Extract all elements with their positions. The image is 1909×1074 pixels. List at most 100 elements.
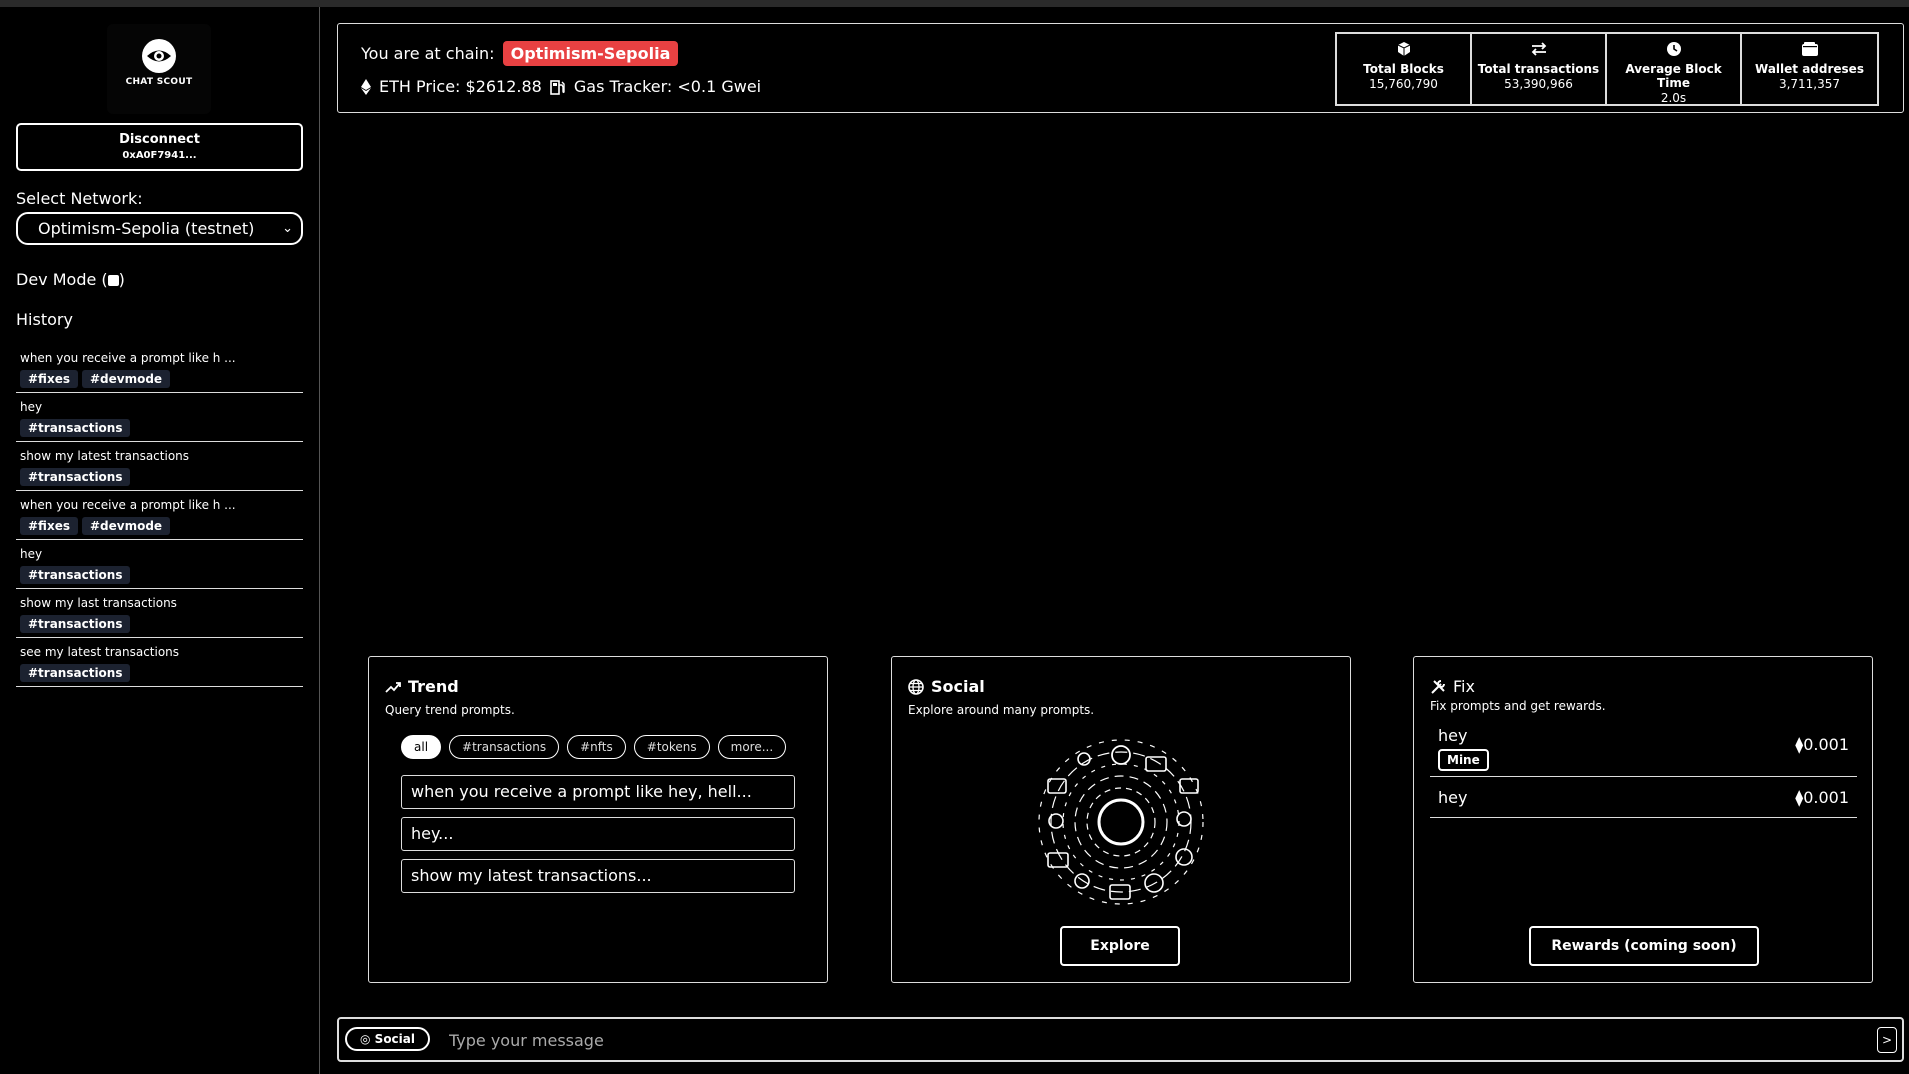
window-top-bar	[0, 0, 1909, 7]
history-item[interactable]: show my latest transactions #transaction…	[16, 442, 303, 491]
history-item-text: show my latest transactions	[20, 449, 190, 463]
fix-row[interactable]: hey Mine ⧫0.001	[1430, 721, 1857, 777]
filter-nfts[interactable]: #nfts	[567, 735, 626, 759]
eth-icon: ⧫	[1795, 735, 1804, 754]
send-button[interactable]: >	[1877, 1027, 1897, 1053]
swap-icon	[1531, 42, 1546, 56]
social-network-illustration	[1038, 739, 1204, 905]
wallet-address: 0xA0F7941...	[122, 150, 197, 161]
fix-title-text: Fix	[1453, 677, 1475, 696]
fix-prompt: hey	[1438, 726, 1468, 745]
stat-value: 53,390,966	[1504, 77, 1573, 91]
tag[interactable]: #devmode	[81, 517, 171, 535]
filter-all[interactable]: all	[401, 735, 442, 759]
stat-value: 2.0s	[1660, 91, 1687, 105]
tag[interactable]: #transactions	[20, 468, 131, 486]
chevron-down-icon: ⌄	[282, 221, 293, 236]
history-item-text: hey	[20, 547, 43, 561]
dev-mode-close: )	[118, 270, 125, 289]
tag[interactable]: #transactions	[20, 615, 131, 633]
trend-prompt[interactable]: hey...	[401, 817, 795, 851]
disconnect-label: Disconnect	[119, 132, 200, 147]
stat-average-block-time: Average Block Time 2.0s	[1607, 34, 1742, 105]
wallet-icon	[1801, 42, 1818, 56]
cube-icon	[1397, 42, 1410, 56]
history-item-text: when you receive a prompt like h ...	[20, 351, 236, 365]
stat-value: 3,711,357	[1778, 77, 1841, 91]
history-item[interactable]: when you receive a prompt like h ... #fi…	[16, 491, 303, 540]
mode-chip[interactable]: ◎ Social	[345, 1027, 430, 1051]
chain-badge: Optimism-Sepolia	[502, 41, 679, 66]
trend-title: Trend	[385, 677, 459, 696]
history-item-text: hey	[20, 400, 43, 414]
fix-reward-value: 0.001	[1803, 735, 1849, 754]
tag[interactable]: #transactions	[20, 419, 131, 437]
filter-more[interactable]: more...	[717, 735, 787, 759]
tag[interactable]: #transactions	[20, 566, 131, 584]
trend-prompt[interactable]: when you receive a prompt like hey, hell…	[401, 775, 795, 809]
gas-pump-icon	[550, 79, 565, 95]
filter-tokens[interactable]: #tokens	[633, 735, 710, 759]
chain-line: You are at chain: Optimism-Sepolia	[361, 41, 679, 66]
history-item[interactable]: see my latest transactions #transactions	[16, 638, 303, 687]
eye-logo-icon	[142, 39, 176, 73]
stats-panel: Total Blocks 15,760,790 Total transactio…	[1335, 32, 1879, 106]
tag[interactable]: #fixes	[20, 517, 78, 535]
stat-total-blocks: Total Blocks 15,760,790	[1337, 34, 1472, 104]
fix-reward: ⧫0.001	[1795, 735, 1849, 754]
eth-icon	[361, 78, 371, 95]
explore-button[interactable]: Explore	[1060, 926, 1180, 966]
fix-card: Fix Fix prompts and get rewards. hey Min…	[1413, 656, 1873, 983]
tag[interactable]: #transactions	[20, 664, 131, 682]
history-item[interactable]: show my last transactions #transactions	[16, 589, 303, 638]
trend-card: Trend Query trend prompts. all #transact…	[368, 656, 828, 983]
fix-row[interactable]: hey ⧫0.001	[1430, 777, 1857, 818]
chain-prefix: You are at chain:	[361, 44, 495, 63]
history-item[interactable]: when you receive a prompt like h ... #fi…	[16, 344, 303, 393]
dev-mode-checkbox[interactable]	[107, 275, 119, 286]
dev-mode-label: Dev Mode (	[16, 270, 108, 289]
tag[interactable]: #fixes	[20, 370, 78, 388]
fix-subtitle: Fix prompts and get rewards.	[1430, 699, 1606, 713]
network-select[interactable]: Optimism-Sepolia (testnet) ⌄	[16, 212, 303, 245]
network-selected-value: Optimism-Sepolia (testnet)	[38, 219, 255, 238]
fix-title: Fix	[1430, 677, 1475, 696]
fix-prompt: hey	[1438, 788, 1468, 807]
stat-total-transactions: Total transactions 53,390,966	[1472, 34, 1607, 104]
chain-header: You are at chain: Optimism-Sepolia ETH P…	[337, 23, 1904, 113]
eth-icon: ⧫	[1795, 788, 1804, 807]
tools-icon	[1431, 679, 1445, 694]
trend-prompt[interactable]: show my latest transactions...	[401, 859, 795, 893]
mode-chip-label: Social	[374, 1032, 415, 1046]
eth-price: ETH Price: $2612.88	[379, 77, 542, 96]
globe-icon	[908, 678, 924, 695]
social-card: Social Explore around many prompts. Expl…	[891, 656, 1351, 983]
history-item-text: show my last transactions	[20, 596, 177, 610]
history-title: History	[16, 310, 73, 329]
history-item-text: when you receive a prompt like h ...	[20, 498, 236, 512]
social-title-text: Social	[931, 677, 985, 696]
clock-icon	[1666, 42, 1681, 56]
fix-reward-value: 0.001	[1803, 788, 1849, 807]
stat-label: Wallet addreses	[1755, 62, 1864, 76]
dev-mode-toggle[interactable]: Dev Mode ()	[16, 270, 125, 289]
history-list: when you receive a prompt like h ... #fi…	[16, 344, 303, 687]
price-line: ETH Price: $2612.88 Gas Tracker: <0.1 Gw…	[361, 77, 761, 96]
app-logo[interactable]: CHAT SCOUT	[107, 24, 211, 114]
tag[interactable]: #devmode	[81, 370, 171, 388]
history-item[interactable]: hey #transactions	[16, 393, 303, 442]
logo-text: CHAT SCOUT	[125, 77, 193, 87]
social-title: Social	[908, 677, 985, 696]
network-label: Select Network:	[16, 189, 143, 208]
stat-label: Average Block Time	[1625, 62, 1722, 90]
message-input[interactable]	[449, 1025, 1829, 1055]
trend-title-text: Trend	[408, 677, 459, 696]
gas-tracker: Gas Tracker: <0.1 Gwei	[573, 77, 762, 96]
trend-filters: all #transactions #nfts #tokens more...	[401, 735, 787, 759]
sidebar: CHAT SCOUT Disconnect 0xA0F7941... Selec…	[0, 7, 320, 1074]
rewards-button[interactable]: Rewards (coming soon)	[1529, 926, 1759, 966]
trend-subtitle: Query trend prompts.	[385, 703, 515, 717]
filter-transactions[interactable]: #transactions	[449, 735, 560, 759]
history-item[interactable]: hey #transactions	[16, 540, 303, 589]
disconnect-button[interactable]: Disconnect 0xA0F7941...	[16, 123, 303, 171]
